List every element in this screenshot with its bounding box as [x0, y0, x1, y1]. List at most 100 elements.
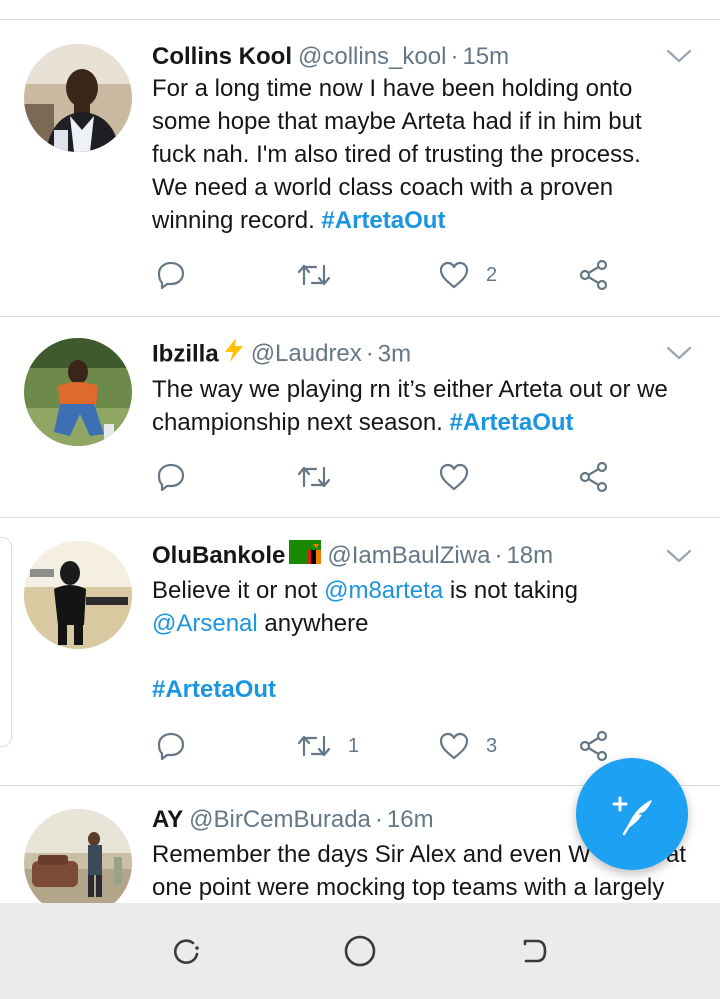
tweet-text-fragment: anywhere: [257, 610, 369, 637]
chevron-down-icon[interactable]: [666, 48, 692, 64]
tweet-text-fragment: Believe it or not: [152, 577, 325, 604]
reply-button[interactable]: [156, 728, 202, 764]
system-navigation-bar: [0, 903, 720, 999]
reply-button[interactable]: [156, 459, 202, 495]
author-handle[interactable]: @IamBaulZiwa: [327, 542, 490, 569]
home-icon: [344, 935, 376, 967]
heart-icon: [439, 463, 469, 491]
like-button[interactable]: 2: [438, 257, 497, 293]
mention-link[interactable]: @m8arteta: [324, 577, 443, 604]
hashtag-link[interactable]: #ArtetaOut: [152, 676, 276, 703]
reply-icon: [157, 463, 185, 492]
retweet-count: 1: [348, 734, 360, 757]
like-button[interactable]: [438, 459, 486, 495]
like-count: 2: [486, 263, 498, 286]
timestamp[interactable]: 15m: [462, 43, 509, 70]
share-button[interactable]: [578, 728, 610, 764]
avatar-photo: [24, 44, 132, 152]
tweet-text-line: some hope that maybe Arteta had if in hi…: [152, 108, 642, 135]
reply-icon: [157, 732, 185, 761]
tweet-actions: [152, 459, 632, 495]
tweet-text: Believe it or not @m8arteta is not takin…: [152, 574, 692, 706]
timestamp[interactable]: 18m: [506, 542, 553, 569]
like-count: 3: [486, 734, 498, 757]
tweet-actions: 2: [152, 257, 632, 293]
tweet-actions: 1 3: [152, 728, 632, 764]
heart-icon: [439, 732, 469, 760]
retweet-icon: [297, 466, 331, 488]
retweet-icon: [297, 264, 331, 286]
chevron-down-icon[interactable]: [666, 548, 692, 564]
like-button[interactable]: 3: [438, 728, 497, 764]
hashtag-link[interactable]: #ArtetaOut: [450, 409, 574, 436]
share-icon: [579, 461, 608, 493]
tweet[interactable]: Ibzilla @Laudrex · 3m The way we playing rn…: [0, 317, 720, 518]
home-button[interactable]: [340, 931, 380, 971]
separator-dot: ·: [494, 542, 503, 569]
tweet-text: The way we playing rn it’s either Arteta…: [152, 373, 692, 439]
tweet-text-line: one point were mocking top teams with a …: [152, 874, 665, 901]
tweet-text-fragment: championship next season.: [152, 409, 450, 436]
compose-tweet-icon: [612, 796, 652, 836]
heart-icon: [439, 261, 469, 289]
share-icon: [579, 259, 608, 291]
tweet[interactable]: OluBankole @IamBaulZiwa · 18m Believe it or…: [0, 518, 720, 786]
author-handle[interactable]: @collins_kool: [298, 43, 446, 70]
paragraph-break: [152, 640, 692, 673]
hashtag-link[interactable]: #ArtetaOut: [321, 207, 445, 234]
lightning-emoji: [223, 337, 245, 373]
chevron-down-icon[interactable]: [666, 345, 692, 361]
tweet-text-line: winning record. #ArtetaOut: [152, 204, 692, 237]
tweet-text-fragment: Remember the days Sir Alex and even W: [152, 841, 591, 868]
author-name[interactable]: AY: [152, 806, 183, 833]
tweet-text-line: @Arsenal anywhere: [152, 607, 692, 640]
avatar-photo: [24, 338, 132, 446]
avatar[interactable]: [24, 809, 132, 903]
tweet-text-line: Believe it or not @m8arteta is not takin…: [152, 574, 692, 607]
timestamp[interactable]: 16m: [387, 806, 434, 833]
reply-icon: [157, 261, 185, 290]
zambia-flag-emoji: [289, 539, 322, 574]
avatar[interactable]: [24, 541, 132, 649]
tweet-header: Collins Kool @collins_kool · 15m: [152, 40, 660, 74]
author-handle[interactable]: @Laudrex: [251, 340, 362, 367]
avatar-photo: [24, 809, 132, 903]
tweet-text-line: #ArtetaOut: [152, 673, 692, 706]
separator-dot: ·: [450, 43, 459, 70]
avatar-photo: [24, 541, 132, 649]
author-handle[interactable]: @BirCemBurada: [189, 806, 371, 833]
recent-apps-icon: [173, 939, 199, 964]
tweet[interactable]: Collins Kool @collins_kool · 15m For a long…: [0, 20, 720, 317]
tweet-text-line: For a long time now I have been holding …: [152, 75, 633, 102]
share-button[interactable]: [578, 459, 610, 495]
author-name[interactable]: Collins Kool: [152, 43, 292, 70]
reply-button[interactable]: [156, 257, 202, 293]
back-button[interactable]: [514, 931, 554, 971]
timestamp[interactable]: 3m: [378, 340, 411, 367]
author-name[interactable]: OluBankole: [152, 542, 285, 569]
share-icon: [579, 730, 608, 762]
retweet-button[interactable]: [296, 257, 348, 293]
edge-panel-handle[interactable]: [0, 537, 12, 747]
compose-tweet-button[interactable]: [576, 758, 688, 870]
tweet-text-line: We need a world class coach with a prove…: [152, 174, 614, 201]
retweet-button[interactable]: [296, 459, 348, 495]
avatar[interactable]: [24, 338, 132, 446]
author-name[interactable]: Ibzilla: [152, 340, 219, 367]
retweet-icon: [297, 735, 331, 757]
tweet-header: Ibzilla @Laudrex · 3m: [152, 337, 660, 371]
retweet-button[interactable]: 1: [296, 728, 359, 764]
separator-dot: ·: [374, 806, 383, 833]
share-button[interactable]: [578, 257, 610, 293]
separator-dot: ·: [365, 340, 374, 368]
mention-link[interactable]: @Arsenal: [152, 610, 258, 637]
tweet-text-fragment: winning record.: [152, 207, 322, 234]
tweet-text-line: championship next season. #ArtetaOut: [152, 406, 692, 439]
tweet-header: OluBankole @IamBaulZiwa · 18m: [152, 539, 660, 573]
tweet-text-fragment: is not taking: [443, 577, 578, 604]
avatar[interactable]: [24, 44, 132, 152]
recent-apps-button[interactable]: [166, 931, 206, 971]
tweet-text-line: fuck nah. I'm also tired of trusting the…: [152, 141, 641, 168]
tweet-text: For a long time now I have been holding …: [152, 72, 692, 237]
back-icon: [523, 939, 547, 963]
